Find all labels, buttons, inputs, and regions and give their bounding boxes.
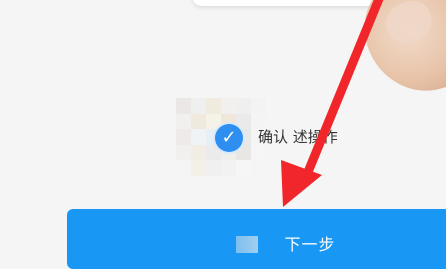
button-blur-mosaic: [236, 236, 258, 253]
next-step-label: 下一步: [284, 235, 336, 254]
top-card: [192, 0, 392, 6]
confirm-label: 确认 述操作: [258, 128, 338, 146]
checkbox-checked-icon[interactable]: ✓: [215, 124, 243, 152]
